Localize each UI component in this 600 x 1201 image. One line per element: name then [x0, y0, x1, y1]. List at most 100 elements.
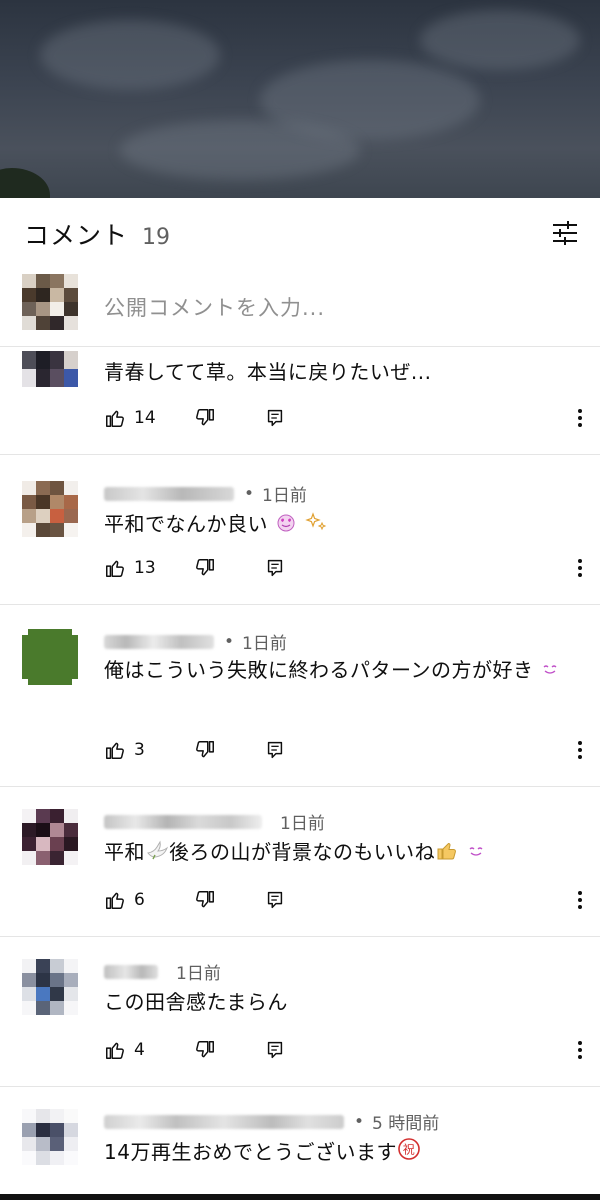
comment-text: この田舎感たまらん	[104, 990, 288, 1014]
comment-item: 1日前 この田舎感たまらん 4	[0, 936, 600, 1087]
reply-comment-icon	[267, 741, 283, 759]
comment-item: • 1日前 平和でなんか良い 13	[0, 454, 600, 605]
sparkles-icon	[304, 509, 328, 543]
comment-time: 1日前	[242, 634, 287, 654]
reply-button[interactable]	[264, 1035, 286, 1065]
comment-actions: 6	[104, 885, 584, 915]
comment-time: 1日前	[262, 486, 307, 506]
thumbs-up-outline-icon	[106, 892, 124, 909]
reply-button[interactable]	[264, 403, 286, 433]
dove-icon	[145, 837, 169, 871]
like-count: 14	[134, 408, 156, 428]
commenter-avatar[interactable]	[22, 481, 78, 537]
comment-text: 14万再生おめでとうございます祝	[104, 1135, 576, 1171]
more-options-button[interactable]	[576, 403, 584, 433]
reply-comment-icon	[267, 559, 283, 577]
author-name-redacted[interactable]	[104, 634, 214, 649]
like-button[interactable]: 13	[104, 553, 156, 583]
comment-meta: 1日前	[104, 959, 221, 984]
vertical-ellipsis-icon	[578, 741, 582, 759]
dislike-button[interactable]	[194, 403, 216, 433]
comment-item: 1日前 平和 後ろの山が背景なのもいいね 6	[0, 786, 600, 937]
thumbs-down-outline-icon	[196, 559, 214, 576]
comment-text-prefix: 平和	[104, 840, 145, 864]
more-options-button[interactable]	[576, 1035, 584, 1065]
comment-time: 1日前	[176, 964, 221, 984]
thumbs-up-icon	[435, 837, 459, 871]
commenter-avatar[interactable]	[22, 1109, 78, 1165]
vertical-ellipsis-icon	[578, 559, 582, 577]
comment-item: • 1日前 俺はこういう失敗に終わるパターンの方が好き 3	[0, 604, 600, 787]
reply-comment-icon	[267, 891, 283, 909]
commenter-avatar[interactable]	[22, 809, 78, 865]
vertical-ellipsis-icon	[578, 1041, 582, 1059]
commenter-avatar[interactable]	[22, 959, 78, 1015]
author-name-redacted[interactable]	[104, 964, 158, 979]
comments-title: コメント	[24, 221, 129, 250]
thumbs-down-outline-icon	[196, 409, 214, 426]
vertical-ellipsis-icon	[578, 409, 582, 427]
cloud-shape	[120, 120, 360, 180]
comment-input-row[interactable]: 公開コメントを入力...	[0, 270, 600, 346]
cloud-shape	[40, 20, 220, 90]
thumbs-down-outline-icon	[196, 741, 214, 758]
smiling-face-icon	[466, 837, 486, 871]
thumbs-up-outline-icon	[106, 1042, 124, 1059]
comment-item: 青春してて草。本当に戻りたいぜ... 14	[0, 346, 600, 455]
sort-filter-button[interactable]	[550, 218, 580, 248]
dislike-button[interactable]	[194, 885, 216, 915]
comment-actions: 14	[104, 403, 584, 433]
comment-actions: 13	[104, 553, 584, 583]
meta-separator: •	[244, 483, 255, 504]
more-options-button[interactable]	[576, 885, 584, 915]
dislike-button[interactable]	[194, 553, 216, 583]
thumbs-down-outline-icon	[196, 1041, 214, 1058]
thumbs-up-outline-icon	[106, 560, 124, 577]
reply-comment-icon	[267, 1041, 283, 1059]
comments-header: コメント 19	[24, 216, 170, 250]
comment-actions: 4	[104, 1035, 584, 1065]
svg-text:祝: 祝	[403, 1142, 416, 1156]
tree-silhouette	[0, 168, 50, 198]
comment-meta: • 1日前	[104, 629, 287, 654]
reply-comment-icon	[267, 409, 283, 427]
author-name-redacted[interactable]	[104, 486, 234, 501]
comment-text-body: 後ろの山が背景なのもいいね	[169, 840, 436, 864]
comments-sheet: コメント 19 公開コメントを入力... 青春してて草。本当に戻りたいぜ... …	[0, 198, 600, 1200]
more-options-button[interactable]	[576, 735, 584, 765]
comment-item: • 5 時間前 14万再生おめでとうございます祝	[0, 1086, 600, 1201]
meta-separator: •	[224, 631, 235, 652]
dislike-button[interactable]	[194, 1035, 216, 1065]
comment-text: 平和 後ろの山が背景なのもいいね	[104, 835, 576, 871]
thumbs-up-outline-icon	[106, 742, 124, 759]
like-button[interactable]: 6	[104, 885, 145, 915]
reply-button[interactable]	[264, 735, 286, 765]
video-player-area[interactable]	[0, 0, 600, 198]
comment-time: 5 時間前	[372, 1114, 440, 1134]
like-button[interactable]: 4	[104, 1035, 145, 1065]
comment-text: 俺はこういう失敗に終わるパターンの方が好き	[104, 653, 576, 689]
reply-button[interactable]	[264, 885, 286, 915]
commenter-avatar[interactable]	[22, 629, 78, 685]
commenter-avatar[interactable]	[22, 351, 78, 387]
comment-meta: • 5 時間前	[104, 1109, 439, 1134]
comment-text: 青春してて草。本当に戻りたいぜ...	[104, 360, 432, 384]
comment-text-body: 平和でなんか良い	[104, 512, 268, 536]
reply-button[interactable]	[264, 553, 286, 583]
screen-bottom-edge	[0, 1194, 600, 1200]
author-name-redacted[interactable]	[104, 1114, 344, 1129]
congratulations-ideograph-icon: 祝	[397, 1137, 421, 1171]
dislike-button[interactable]	[194, 735, 216, 765]
author-name-redacted[interactable]	[104, 814, 262, 829]
comment-meta: 1日前	[104, 809, 325, 834]
comment-input[interactable]: 公開コメントを入力...	[104, 292, 325, 322]
meta-separator: •	[354, 1111, 365, 1132]
comment-text-body: 俺はこういう失敗に終わるパターンの方が好き	[104, 658, 534, 682]
comment-time: 1日前	[280, 814, 325, 834]
comment-text: 平和でなんか良い	[104, 507, 576, 543]
like-count: 4	[134, 1040, 145, 1060]
comment-meta: • 1日前	[104, 481, 307, 506]
like-button[interactable]: 3	[104, 735, 145, 765]
more-options-button[interactable]	[576, 553, 584, 583]
like-button[interactable]: 14	[104, 403, 156, 433]
